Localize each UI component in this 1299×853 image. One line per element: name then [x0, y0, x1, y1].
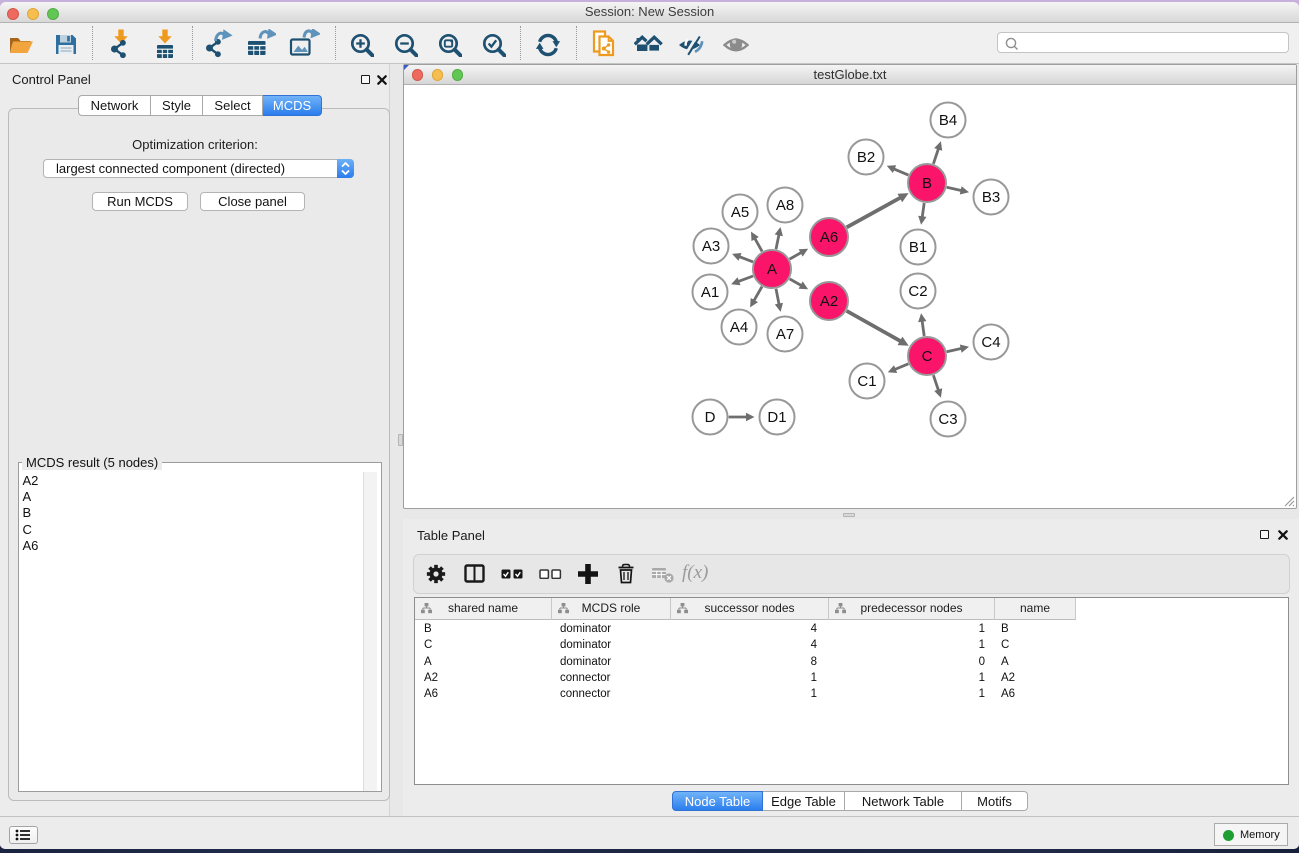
- svg-text:C3: C3: [938, 411, 957, 428]
- svg-text:B: B: [922, 175, 932, 192]
- svg-text:A: A: [767, 261, 777, 278]
- svg-text:C1: C1: [857, 373, 876, 390]
- svg-text:A4: A4: [730, 319, 748, 336]
- svg-text:D1: D1: [767, 409, 786, 426]
- svg-text:A7: A7: [776, 326, 794, 343]
- svg-text:A3: A3: [702, 238, 720, 255]
- svg-text:C4: C4: [981, 334, 1000, 351]
- svg-text:B3: B3: [982, 189, 1000, 206]
- svg-text:A2: A2: [820, 293, 838, 310]
- svg-text:D: D: [705, 409, 716, 426]
- svg-text:C: C: [922, 348, 933, 365]
- svg-text:C2: C2: [908, 283, 927, 300]
- svg-text:A6: A6: [820, 229, 838, 246]
- svg-text:f(x): f(x): [682, 562, 708, 583]
- svg-text:B1: B1: [909, 239, 927, 256]
- svg-text:A8: A8: [776, 197, 794, 214]
- svg-text:A1: A1: [701, 284, 719, 301]
- svg-text:B4: B4: [939, 112, 957, 129]
- svg-text:A5: A5: [731, 204, 749, 221]
- svg-text:B2: B2: [857, 149, 875, 166]
